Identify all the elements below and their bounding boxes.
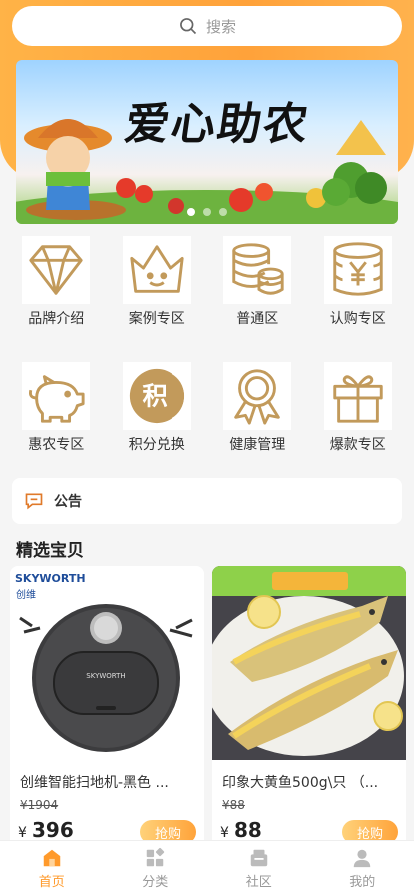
category-icon — [147, 847, 165, 867]
banner-carousel[interactable]: 爱心助农 — [16, 60, 398, 224]
product-list: SKYWORTH 创维 SKYWORTH 创维智能扫地机-黑色 ... ¥190… — [10, 566, 406, 856]
vacuum-brand-print: SKYWORTH — [86, 672, 125, 680]
search-placeholder: 搜索 — [205, 17, 236, 36]
product-old-price: ¥1904 — [20, 798, 59, 812]
category-subscription[interactable]: 认购专区 — [315, 236, 401, 328]
category-general[interactable]: 普通区 — [214, 236, 300, 328]
product-card[interactable]: 印象大黄鱼500g\只 （... ¥88 ¥ 88 抢购 — [212, 566, 406, 856]
category-label: 健康管理 — [229, 437, 286, 453]
carousel-dot[interactable] — [219, 208, 227, 216]
category-label: 认购专区 — [329, 311, 386, 327]
notice-bar[interactable]: 公告 — [12, 478, 402, 524]
category-label: 案例专区 — [128, 311, 185, 327]
category-label: 品牌介绍 — [28, 311, 85, 327]
product-price: ¥ 396 — [18, 818, 74, 842]
banner-title: 爱心助农 — [121, 99, 313, 150]
tab-community[interactable]: 社区 — [219, 847, 299, 890]
tab-label: 社区 — [245, 875, 272, 890]
category-cases[interactable]: 案例专区 — [114, 236, 200, 328]
carousel-dots — [16, 208, 398, 216]
section-title: 精选宝贝 — [16, 541, 84, 561]
home-icon — [43, 849, 60, 867]
category-hot-items[interactable]: 爆款专区 — [315, 362, 401, 454]
announcement-icon — [25, 493, 43, 510]
category-points-exchange[interactable]: 积 积分兑换 — [114, 362, 200, 454]
category-brand-intro[interactable]: 品牌介绍 — [13, 236, 99, 328]
category-label: 爆款专区 — [329, 437, 386, 453]
category-label: 惠农专区 — [28, 437, 85, 453]
search-icon — [180, 18, 197, 35]
notice-label: 公告 — [54, 494, 82, 510]
tab-home[interactable]: 首页 — [12, 847, 92, 890]
product-name: 创维智能扫地机-黑色 ... — [20, 775, 169, 791]
tab-label: 我的 — [349, 875, 376, 890]
yen-coins-icon — [333, 242, 383, 296]
category-label: 积分兑换 — [128, 437, 185, 453]
category-grid: 品牌介绍 案例专区 普通区 认购专区 惠农专区 积 积分兑换 健康管理 爆款专区 — [0, 236, 414, 488]
ribbon-award-icon — [234, 369, 281, 425]
category-health[interactable]: 健康管理 — [214, 362, 300, 454]
search-bar[interactable]: 搜索 — [12, 6, 402, 46]
product-old-price: ¥88 — [222, 798, 245, 812]
product-name: 印象大黄鱼500g\只 （... — [222, 775, 379, 791]
gift-box-icon — [333, 375, 383, 423]
coin-stack-icon — [232, 243, 284, 295]
tab-label: 首页 — [38, 875, 65, 890]
points-icon-char: 积 — [142, 382, 167, 411]
carousel-dot[interactable] — [187, 208, 195, 216]
profile-icon — [354, 849, 371, 868]
community-icon — [250, 849, 267, 867]
product-card[interactable]: SKYWORTH 创维 SKYWORTH 创维智能扫地机-黑色 ... ¥190… — [10, 566, 204, 856]
tab-profile[interactable]: 我的 — [322, 847, 402, 890]
tab-category[interactable]: 分类 — [115, 847, 195, 890]
brand-logo-cn: 创维 — [16, 590, 36, 601]
yellow-croaker-image — [212, 566, 406, 760]
crown-icon — [130, 245, 184, 293]
robot-vacuum-image: SKYWORTH — [19, 604, 193, 752]
bottom-tab-bar: 首页 分类 社区 我的 — [0, 840, 414, 896]
category-label: 普通区 — [236, 311, 279, 327]
tab-label: 分类 — [142, 875, 169, 890]
carousel-dot[interactable] — [203, 208, 211, 216]
brand-logo: SKYWORTH — [15, 572, 86, 585]
diamond-icon — [29, 245, 83, 295]
category-farmer-benefit[interactable]: 惠农专区 — [13, 362, 99, 454]
product-image: SKYWORTH 创维 SKYWORTH — [10, 566, 204, 760]
piggy-bank-icon — [29, 375, 85, 423]
product-price: ¥ 88 — [220, 818, 262, 842]
product-image — [212, 566, 406, 760]
points-icon: 积 — [129, 368, 187, 424]
